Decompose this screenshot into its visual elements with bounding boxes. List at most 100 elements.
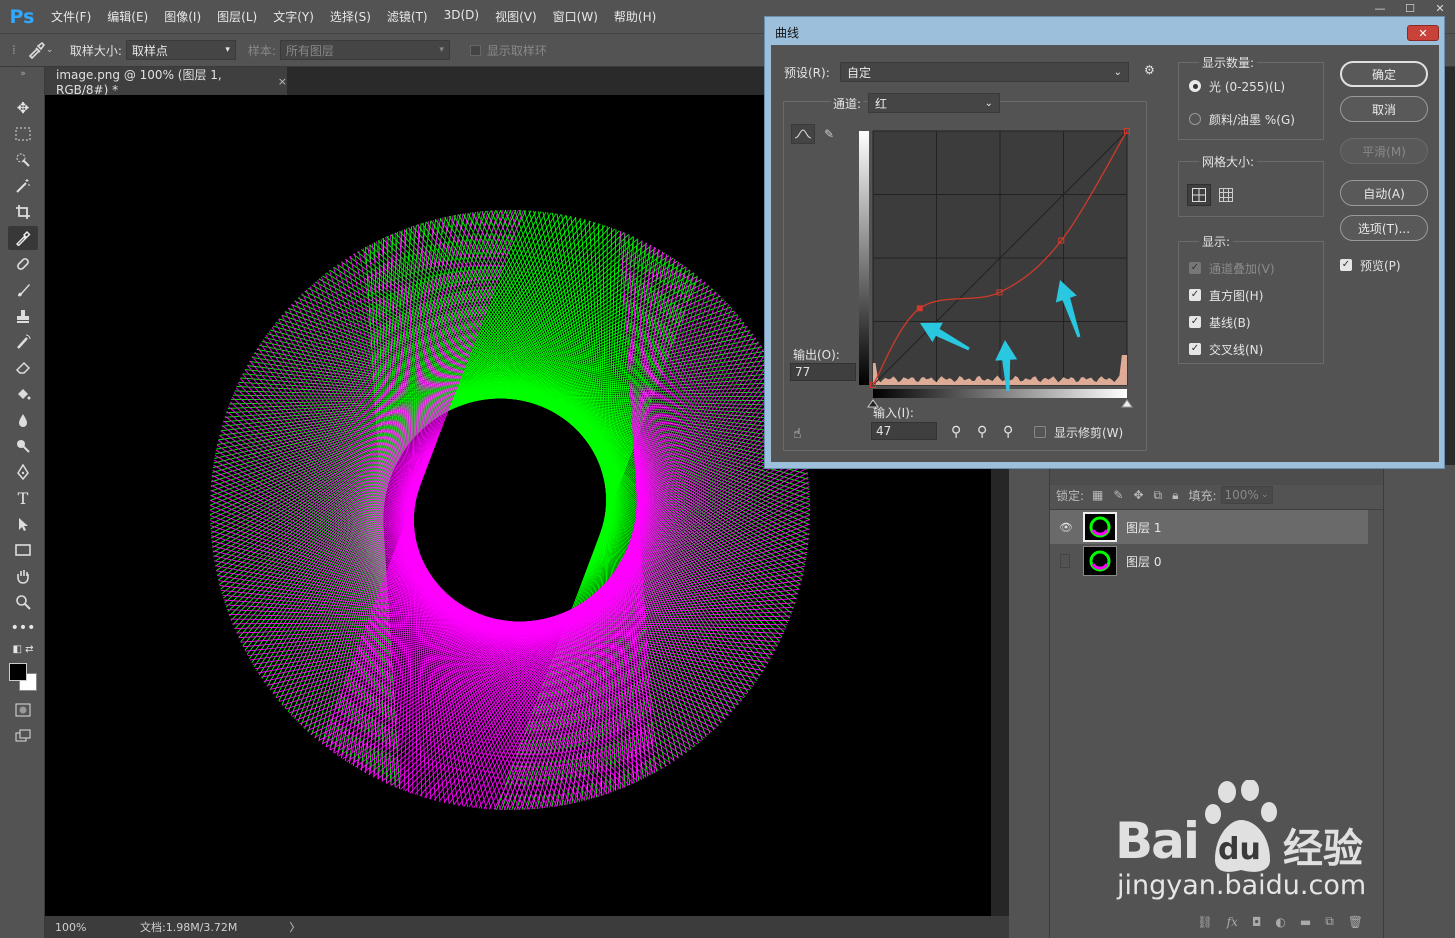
input-field[interactable]: 47 xyxy=(871,422,937,440)
preset-options-gear-icon[interactable]: ⚙ xyxy=(1144,63,1155,77)
layer-row[interactable]: 图层 0 xyxy=(1050,544,1368,578)
minimize-icon[interactable]: — xyxy=(1365,0,1395,16)
quick-select-tool-icon[interactable] xyxy=(8,148,38,172)
path-selection-tool-icon[interactable] xyxy=(8,512,38,536)
history-brush-tool-icon[interactable] xyxy=(8,330,38,354)
lock-artboard-icon[interactable]: ⧉ xyxy=(1154,488,1163,503)
swap-colors-icon[interactable]: ◧ ⇄ xyxy=(8,642,38,656)
adjustment-layer-icon[interactable]: ◐ xyxy=(1275,915,1285,929)
dialog-close-button[interactable]: ✕ xyxy=(1407,25,1439,41)
new-layer-icon[interactable]: ⧉ xyxy=(1325,914,1334,929)
collapse-icon[interactable]: » xyxy=(8,67,38,81)
white-point-eyedropper-icon[interactable]: ⚲ xyxy=(1003,424,1013,440)
tool-preset-picker[interactable]: ⌄ xyxy=(26,41,58,59)
quick-mask-icon[interactable] xyxy=(8,698,38,722)
menu-item[interactable]: 3D(D) xyxy=(436,8,487,25)
rectangle-tool-icon[interactable] xyxy=(8,538,38,562)
simple-grid-icon[interactable] xyxy=(1187,184,1211,206)
crop-tool-icon[interactable] xyxy=(8,200,38,224)
preview-checkbox[interactable]: ✓ xyxy=(1340,259,1352,271)
lock-all-icon[interactable]: 🔒︎ xyxy=(1172,488,1178,503)
display-option-checkbox[interactable]: ✓ xyxy=(1189,289,1201,301)
menu-item[interactable]: 滤镜(T) xyxy=(379,8,436,25)
eraser-tool-icon[interactable] xyxy=(8,356,38,380)
clone-stamp-tool-icon[interactable] xyxy=(8,304,38,328)
type-tool-icon[interactable]: T xyxy=(8,486,38,510)
show-amount-title: 显示数量: xyxy=(1199,54,1258,71)
move-tool-icon[interactable]: ✥ xyxy=(8,96,38,120)
smooth-button[interactable]: 平滑(M) xyxy=(1340,138,1428,164)
fx-icon[interactable]: fx xyxy=(1227,915,1238,929)
healing-brush-tool-icon[interactable] xyxy=(8,252,38,276)
menu-item[interactable]: 图层(L) xyxy=(209,8,265,25)
sample-size-select[interactable]: 取样点 ▾ xyxy=(125,40,236,60)
eyedropper-tool-icon[interactable] xyxy=(8,226,38,250)
channel-select[interactable]: 红 ⌄ xyxy=(868,93,1000,113)
ok-button[interactable]: 确定 xyxy=(1340,61,1428,87)
pencil-draw-icon[interactable]: ✎ xyxy=(819,124,839,144)
menu-item[interactable]: 文字(Y) xyxy=(265,8,322,25)
display-option-checkbox[interactable]: ✓ xyxy=(1189,343,1201,355)
pigment-option-label: 颜料/油墨 %(G) xyxy=(1209,113,1295,127)
target-adjust-hand-icon[interactable]: ☝ xyxy=(793,426,802,442)
dodge-tool-icon[interactable] xyxy=(8,434,38,458)
curves-graph[interactable] xyxy=(857,123,1133,423)
foreground-color-swatch[interactable] xyxy=(9,663,27,681)
menu-item[interactable]: 文件(F) xyxy=(43,8,99,25)
more-tools-icon[interactable]: ••• xyxy=(8,616,38,640)
screen-mode-icon[interactable] xyxy=(8,724,38,748)
channel-label: 通道: xyxy=(831,95,864,112)
sample-select[interactable]: 所有图层 ▾ xyxy=(279,40,450,60)
show-clipping-checkbox[interactable] xyxy=(1034,426,1046,438)
menu-item[interactable]: 窗口(W) xyxy=(545,8,606,25)
auto-button[interactable]: 自动(A) xyxy=(1340,180,1428,206)
watermark-cn: 经验 xyxy=(1283,826,1363,872)
layer-row[interactable]: 👁︎ 图层 1 xyxy=(1050,510,1368,544)
close-window-icon[interactable]: ✕ xyxy=(1425,0,1455,16)
magic-wand-tool-icon[interactable] xyxy=(8,174,38,198)
zoom-tool-icon[interactable] xyxy=(8,590,38,614)
add-mask-icon[interactable]: ◘ xyxy=(1252,915,1262,929)
brush-tool-icon[interactable] xyxy=(8,278,38,302)
zoom-level[interactable]: 100% xyxy=(55,921,125,934)
menu-item[interactable]: 图像(I) xyxy=(156,8,209,25)
pen-tool-icon[interactable] xyxy=(8,460,38,484)
black-point-eyedropper-icon[interactable]: ⚲ xyxy=(951,424,961,440)
status-menu-arrow[interactable]: 〉 xyxy=(289,919,300,935)
lock-transparent-icon[interactable]: ▦ xyxy=(1092,488,1103,502)
maximize-icon[interactable]: ☐ xyxy=(1395,0,1425,16)
cancel-button[interactable]: 取消 xyxy=(1340,96,1428,122)
hand-tool-icon[interactable] xyxy=(8,564,38,588)
output-field[interactable]: 77 xyxy=(790,363,856,381)
paint-bucket-tool-icon[interactable] xyxy=(8,382,38,406)
blur-tool-icon[interactable] xyxy=(8,408,38,432)
chevron-down-icon: ▾ xyxy=(225,45,230,55)
menu-item[interactable]: 选择(S) xyxy=(322,8,379,25)
detailed-grid-icon[interactable] xyxy=(1214,184,1238,206)
pigment-radio[interactable] xyxy=(1189,113,1201,125)
visibility-eye-icon[interactable]: 👁︎ xyxy=(1059,521,1073,534)
visibility-toggle[interactable] xyxy=(1060,554,1070,568)
watermark-brand: Bai xyxy=(1115,812,1200,870)
link-layers-icon[interactable]: ⛓︎ xyxy=(1197,915,1212,929)
close-tab-icon[interactable]: × xyxy=(278,75,287,88)
curve-edit-mode-icon[interactable] xyxy=(791,124,815,144)
options-button[interactable]: 选项(T)... xyxy=(1340,215,1428,241)
gray-point-eyedropper-icon[interactable]: ⚲ xyxy=(977,424,987,440)
display-option-checkbox[interactable]: ✓ xyxy=(1189,316,1201,328)
lock-position-icon[interactable]: ✥ xyxy=(1133,488,1143,502)
preset-select[interactable]: 自定 ⌄ xyxy=(840,62,1129,82)
show-ring-checkbox[interactable] xyxy=(469,44,481,56)
menu-item[interactable]: 帮助(H) xyxy=(606,8,664,25)
delete-layer-icon[interactable]: 🗑︎ xyxy=(1348,915,1363,929)
fill-input[interactable]: 100% ⌄ xyxy=(1220,486,1273,504)
light-radio[interactable] xyxy=(1189,80,1201,92)
menu-items: 文件(F) 编辑(E) 图像(I) 图层(L) 文字(Y) 选择(S) 滤镜(T) 3D(D)… xyxy=(44,8,664,25)
document-tab[interactable]: image.png @ 100% (图层 1, RGB/8#) * × xyxy=(45,67,287,97)
new-group-icon[interactable]: ▬ xyxy=(1300,915,1311,929)
marquee-tool-icon[interactable] xyxy=(8,122,38,146)
menu-item[interactable]: 编辑(E) xyxy=(99,8,156,25)
display-option-checkbox[interactable]: ✓ xyxy=(1189,262,1201,274)
menu-item[interactable]: 视图(V) xyxy=(487,8,545,25)
lock-paint-icon[interactable]: ✎ xyxy=(1113,488,1123,502)
